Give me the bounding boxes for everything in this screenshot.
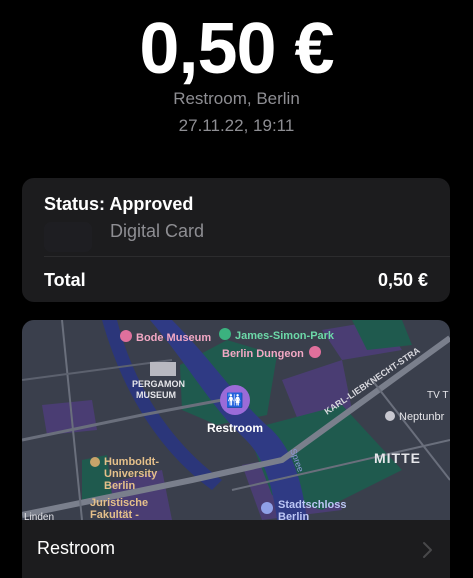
chevron-right-icon bbox=[423, 542, 432, 558]
restroom-icon: 🚻 bbox=[226, 392, 243, 409]
map-label-juristische-1[interactable]: Juristische bbox=[90, 497, 148, 509]
attraction-icon[interactable] bbox=[309, 346, 321, 358]
map-label-stadtschloss-2[interactable]: Berlin bbox=[278, 511, 309, 520]
map-label-humboldt-3[interactable]: Berlin bbox=[104, 480, 135, 492]
map-label-humboldt-1[interactable]: Humboldt- bbox=[104, 456, 159, 468]
map-label-pergamon-1[interactable]: PERGAMON bbox=[132, 379, 185, 389]
map-label-bode-museum[interactable]: Bode Museum bbox=[136, 332, 211, 344]
card-thumbnail-icon bbox=[44, 222, 92, 252]
map-label-stadtschloss-1[interactable]: Stadtschloss bbox=[278, 499, 346, 511]
map-label-berlin-dungeon[interactable]: Berlin Dungeon bbox=[222, 348, 304, 360]
landmark-icon[interactable] bbox=[261, 502, 273, 514]
total-value: 0,50 € bbox=[377, 270, 428, 290]
transaction-datetime: 27.11.22, 19:11 bbox=[178, 116, 295, 135]
map-label-linden: Linden bbox=[24, 512, 54, 520]
school-icon[interactable] bbox=[90, 457, 100, 467]
map-label-tv[interactable]: TV T bbox=[427, 390, 448, 401]
map-label-mitte: MITTE bbox=[374, 450, 421, 466]
map-footer-row[interactable]: Restroom bbox=[22, 520, 450, 578]
merchant-location: Restroom, Berlin bbox=[173, 89, 300, 108]
museum-icon[interactable] bbox=[120, 330, 132, 342]
map-label-james-simon-park[interactable]: James-Simon-Park bbox=[235, 330, 335, 342]
map-label-restroom[interactable]: Restroom bbox=[207, 421, 263, 435]
map-view[interactable]: Bode Museum James-Simon-Park Berlin Dung… bbox=[22, 320, 450, 520]
amount: 0,50 € bbox=[139, 9, 334, 89]
status-text: Status: Approved bbox=[44, 194, 194, 214]
park-icon[interactable] bbox=[219, 328, 231, 340]
landmark-icon bbox=[150, 362, 176, 376]
map-label-neptun[interactable]: Neptunbr bbox=[399, 411, 445, 423]
map-label-humboldt-2[interactable]: University bbox=[104, 468, 158, 480]
details-card: Status: Approved Digital Card Total 0,50… bbox=[22, 178, 450, 302]
map-label-pergamon-2[interactable]: MUSEUM bbox=[136, 390, 176, 400]
divider bbox=[44, 256, 450, 257]
total-label: Total bbox=[44, 270, 86, 290]
map-label-juristische-2[interactable]: Fakultät - bbox=[90, 509, 139, 520]
landmark-icon[interactable] bbox=[385, 411, 395, 421]
card-name: Digital Card bbox=[110, 221, 205, 241]
map-card[interactable]: Bode Museum James-Simon-Park Berlin Dung… bbox=[22, 320, 450, 578]
map-footer-label: Restroom bbox=[37, 538, 116, 558]
